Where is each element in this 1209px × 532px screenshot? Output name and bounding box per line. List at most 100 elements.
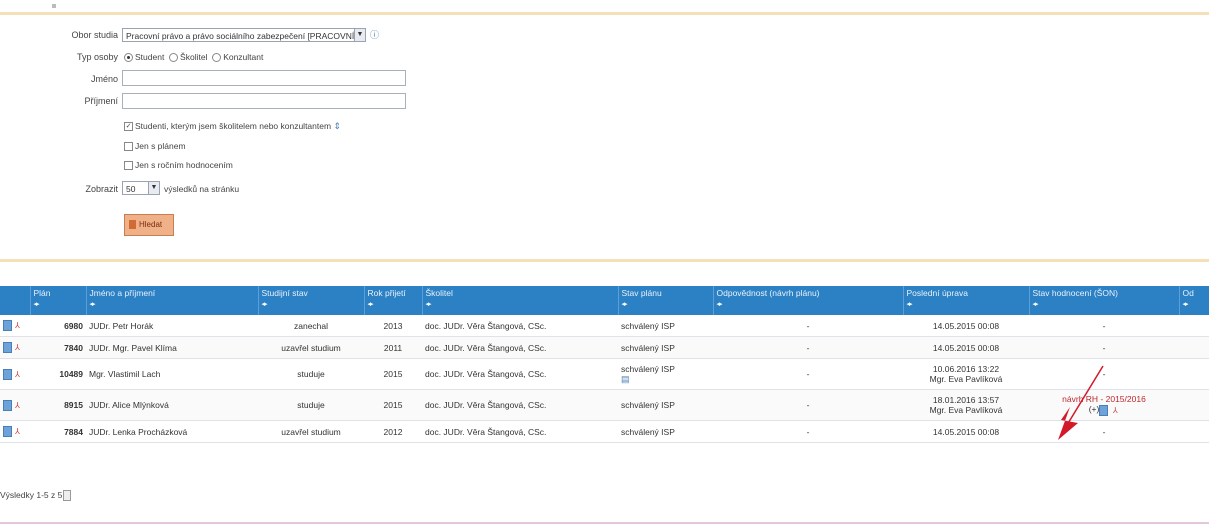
pager-icon[interactable]	[63, 490, 72, 502]
radio-student-label: Student	[135, 52, 165, 62]
row-year: 2015	[364, 389, 422, 421]
row-eval: -	[1029, 336, 1179, 359]
row-modified: 14.05.2015 00:08	[903, 336, 1029, 359]
checkbox-my-students[interactable]: ✓ Studenti, kterým jsem školitelem nebo k…	[124, 121, 341, 132]
row-resp: -	[713, 358, 903, 390]
pdf-icon[interactable]: ⅄	[1111, 406, 1119, 415]
row-year: 2015	[364, 358, 422, 390]
row-id: 10489	[30, 358, 86, 390]
surname-input[interactable]	[122, 93, 406, 109]
person-type-radios: Student Školitel Konzultant	[124, 52, 264, 63]
row-year: 2011	[364, 336, 422, 359]
table-row: ⅄ 6980 JUDr. Petr Horák zanechal 2013 do…	[0, 315, 1209, 337]
row-supervisor: doc. JUDr. Věra Štangová, CSc.	[422, 358, 618, 390]
document-icon[interactable]	[1099, 404, 1109, 416]
row-actions: ⅄	[0, 315, 30, 337]
row-id: 8915	[30, 389, 86, 421]
checkbox-my-students-box[interactable]: ✓	[124, 122, 133, 132]
field-study-select[interactable]: Pracovní právo a právo sociálního zabezp…	[122, 28, 366, 42]
col-extra[interactable]: Od ◂▸	[1179, 286, 1209, 315]
table-row: ⅄ 7884 JUDr. Lenka Procházková uzavřel s…	[0, 420, 1209, 443]
surname-label: Příjmení	[84, 96, 118, 106]
page-size-value: 50	[126, 184, 136, 194]
radio-consultant[interactable]	[212, 53, 222, 63]
show-label: Zobrazit	[85, 184, 118, 194]
search-button-label: Hledat	[139, 220, 163, 229]
row-status: uzavřel studium	[258, 336, 364, 359]
col-year[interactable]: Rok přijetí ◂▸	[364, 286, 423, 315]
row-supervisor: doc. JUDr. Věra Štangová, CSc.	[422, 336, 618, 359]
person-type-label: Typ osoby	[76, 52, 118, 62]
pdf-icon[interactable]: ⅄	[15, 401, 23, 410]
col-supervisor[interactable]: Školitel ◂▸	[422, 286, 619, 315]
document-icon[interactable]	[3, 342, 12, 354]
row-resp: -	[713, 420, 903, 443]
table-row: ⅄ 10489 Mgr. Vlastimil Lach studuje 2015…	[0, 358, 1209, 390]
row-year: 2013	[364, 315, 422, 337]
checkbox-with-plan-box[interactable]	[124, 142, 133, 152]
col-actions	[0, 286, 31, 315]
chevron-down-icon[interactable]: ▼	[148, 182, 159, 194]
row-name[interactable]: Mgr. Vlastimil Lach	[86, 358, 258, 390]
checkbox-with-evaluation-box[interactable]	[124, 161, 133, 171]
info-icon[interactable]: ⇕	[333, 121, 341, 131]
row-eval: -	[1029, 358, 1179, 390]
col-modified[interactable]: Poslední úprava ◂▸	[903, 286, 1030, 315]
document-icon[interactable]	[3, 399, 12, 411]
row-resp: -	[713, 315, 903, 337]
document-icon[interactable]	[3, 320, 12, 332]
edit-icon[interactable]: (+)	[1089, 404, 1100, 414]
row-name[interactable]: JUDr. Petr Horák	[86, 315, 258, 337]
document-icon[interactable]	[3, 368, 12, 380]
row-id: 6980	[30, 315, 86, 337]
row-plan: schválený ISP	[618, 420, 713, 443]
col-plan[interactable]: Plán ◂▸	[30, 286, 87, 315]
row-id: 7840	[30, 336, 86, 359]
row-status: uzavřel studium	[258, 420, 364, 443]
page-size-suffix: výsledků na stránku	[164, 184, 240, 194]
pdf-icon[interactable]: ⅄	[15, 370, 23, 379]
pdf-icon[interactable]: ⅄	[15, 427, 23, 436]
row-actions: ⅄	[0, 420, 30, 443]
row-name[interactable]: JUDr. Alice Mlýnková	[86, 389, 258, 421]
row-eval: návrh RH - 2015/2016 (+) ⅄	[1029, 389, 1179, 421]
col-plan-status[interactable]: Stav plánu ◂▸	[618, 286, 714, 315]
name-label: Jméno	[90, 74, 118, 84]
checkbox-my-students-label: Studenti, kterým jsem školitelem nebo ko…	[135, 121, 332, 131]
col-responsibility[interactable]: Odpovědnost (návrh plánu) ◂▸	[713, 286, 904, 315]
row-modified: 10.06.2016 13:22 Mgr. Eva Pavlíková	[903, 358, 1029, 390]
col-evaluation[interactable]: Stav hodnocení (ŠON) ◂▸	[1029, 286, 1180, 315]
row-status: zanechal	[258, 315, 364, 337]
col-status[interactable]: Studijní stav ◂▸	[258, 286, 365, 315]
field-study-label: Obor studia	[71, 30, 118, 40]
name-input[interactable]	[122, 70, 406, 86]
row-modified: 14.05.2015 00:08	[903, 420, 1029, 443]
row-plan: schválený ISP ▤	[618, 358, 713, 390]
radio-consultant-label: Konzultant	[223, 52, 264, 62]
radio-supervisor[interactable]	[169, 53, 179, 63]
evaluation-link[interactable]: návrh RH - 2015/2016	[1062, 394, 1146, 404]
checkbox-with-evaluation[interactable]: Jen s ročním hodnocením	[124, 160, 233, 171]
row-modified: 14.05.2015 00:08	[903, 315, 1029, 337]
document-icon[interactable]	[3, 426, 12, 438]
pager: Výsledky 1-5 z 5	[0, 490, 72, 502]
pdf-icon[interactable]: ⅄	[15, 343, 23, 352]
col-name[interactable]: Jméno a příjmení ◂▸	[86, 286, 259, 315]
info-icon[interactable]: ⓘ	[370, 28, 379, 41]
row-year: 2012	[364, 420, 422, 443]
row-status: studuje	[258, 389, 364, 421]
pager-text: Výsledky 1-5 z 5	[0, 490, 63, 500]
row-eval: -	[1029, 420, 1179, 443]
section-divider	[0, 259, 1209, 262]
row-name[interactable]: JUDr. Lenka Procházková	[86, 420, 258, 443]
page-size-select[interactable]: 50 ▼	[122, 181, 160, 195]
checkbox-with-plan[interactable]: Jen s plánem	[124, 141, 186, 152]
row-status: studuje	[258, 358, 364, 390]
search-button[interactable]: Hledat	[124, 214, 174, 236]
pdf-icon[interactable]: ⅄	[15, 321, 23, 330]
note-icon[interactable]: ▤	[621, 374, 630, 384]
row-name[interactable]: JUDr. Mgr. Pavel Klíma	[86, 336, 258, 359]
search-button-icon	[129, 220, 136, 229]
chevron-down-icon[interactable]: ▼	[354, 29, 365, 41]
radio-student[interactable]	[124, 53, 133, 63]
